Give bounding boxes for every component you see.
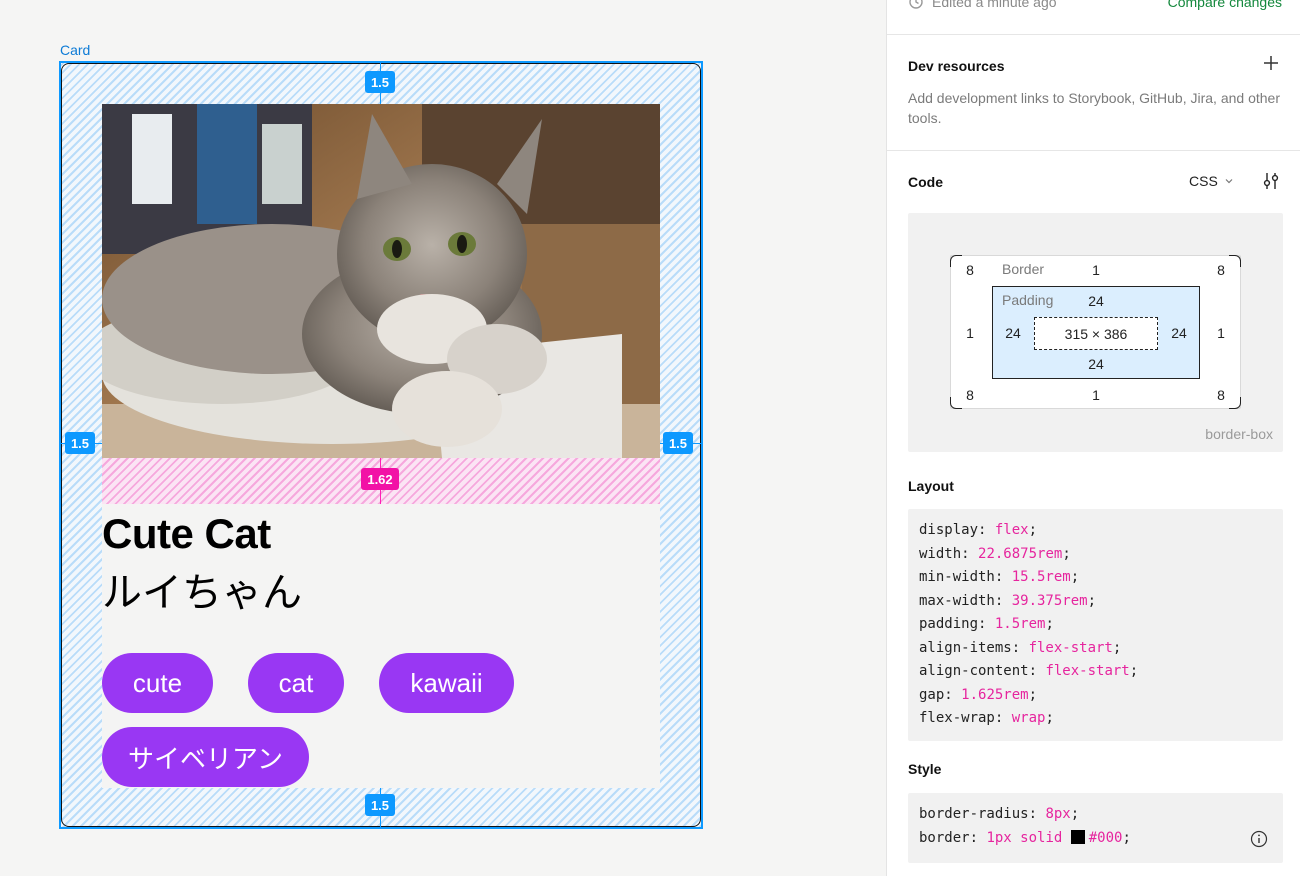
code-line: border: 1px solid #000; [919,829,1131,846]
compare-changes-link[interactable]: Compare changes [1168,0,1282,10]
padding-bottom-badge: 1.5 [365,794,395,816]
gap-badge: 1.62 [361,468,399,490]
design-canvas[interactable]: Card Cute Cat ルイちゃん cute cat kawaii サイベリ… [0,0,886,876]
padding-top-badge: 1.5 [365,71,395,93]
border-bottom-value: 1 [1092,387,1100,403]
code-title: Code [908,174,943,190]
frame-label[interactable]: Card [60,42,90,58]
color-swatch[interactable] [1070,829,1085,844]
border-right-value: 1 [1217,325,1225,341]
radius-bottom-right: 8 [1217,387,1225,403]
code-line: display: flex; [919,522,1038,538]
radius-top-left: 8 [966,262,974,278]
add-dev-resource-button[interactable] [1260,54,1282,76]
code-line: flex-wrap: wrap; [919,710,1054,726]
tag-cat[interactable]: cat [248,653,344,713]
tag-cute[interactable]: cute [102,653,213,713]
edit-history[interactable]: Edited a minute ago [908,0,1057,10]
box-sizing-label: border-box [1205,426,1273,442]
card-frame[interactable]: Cute Cat ルイちゃん cute cat kawaii サイベリアン 1.… [59,61,703,829]
layout-code-block[interactable]: display: flex; width: 22.6875rem; min-wi… [908,509,1283,741]
info-icon[interactable] [1250,830,1268,848]
padding-right-badge: 1.5 [663,432,693,454]
code-line: align-items: flex-start; [919,639,1122,656]
dev-resources-title: Dev resources [908,58,1005,74]
padding-bottom-value: 24 [1088,356,1104,372]
card-subtitle[interactable]: ルイちゃん [102,560,302,618]
padding-right-value: 24 [1171,325,1187,341]
plus-icon [1264,56,1278,70]
border-label: Border [1002,261,1045,277]
inspector-panel: Edited a minute ago Compare changes Dev … [886,0,1300,876]
box-model-diagram: 8 8 8 8 Border 1 1 1 1 Padding 24 24 24 … [908,213,1283,452]
radius-bottom-left: 8 [966,387,974,403]
corner-br [1229,397,1241,409]
dev-resources-description: Add development links to Storybook, GitH… [908,90,1280,126]
corner-bl [950,397,962,409]
layout-title: Layout [908,478,954,494]
padding-left-value: 24 [1005,325,1021,341]
code-line: gap: 1.625rem; [919,686,1038,703]
border-top-value: 1 [1092,262,1100,278]
border-left-value: 1 [966,325,974,341]
code-line: max-width: 39.375rem; [919,592,1097,609]
style-title: Style [908,761,942,777]
padding-left-badge: 1.5 [65,432,95,454]
radius-top-right: 8 [1217,262,1225,278]
card-content: Cute Cat ルイちゃん cute cat kawaii サイベリアン [102,104,660,788]
code-line: align-content: flex-start; [919,663,1139,679]
cat-photo[interactable] [102,104,660,458]
code-line: min-width: 15.5rem; [919,569,1080,585]
padding-top-value: 24 [1088,293,1104,309]
history-icon [909,0,923,9]
settings-sliders-icon [1263,173,1279,189]
language-value: CSS [1189,173,1218,189]
corner-tr [1229,255,1241,267]
divider [887,34,1300,35]
content-box: 315 × 386 [1034,317,1158,350]
card-title[interactable]: Cute Cat [102,510,271,558]
language-select[interactable]: CSS [1189,173,1234,189]
padding-box: Padding 24 24 24 24 315 × 386 [992,286,1200,379]
tag-kawaii[interactable]: kawaii [379,653,514,713]
code-line: width: 22.6875rem; [919,545,1071,562]
divider [887,150,1300,151]
code-settings-button[interactable] [1260,170,1282,192]
code-line: border-radius: 8px; [919,806,1080,822]
code-line: padding: 1.5rem; [919,616,1054,632]
chevron-down-icon [1225,179,1233,184]
style-code-block[interactable]: border-radius: 8px; border: 1px solid #0… [908,793,1283,863]
tag-siberian[interactable]: サイベリアン [102,727,309,787]
corner-tl [950,255,962,267]
edited-text: Edited a minute ago [932,0,1057,10]
padding-label: Padding [1002,292,1054,308]
border-box: 8 8 8 8 Border 1 1 1 1 Padding 24 24 24 … [950,255,1241,409]
